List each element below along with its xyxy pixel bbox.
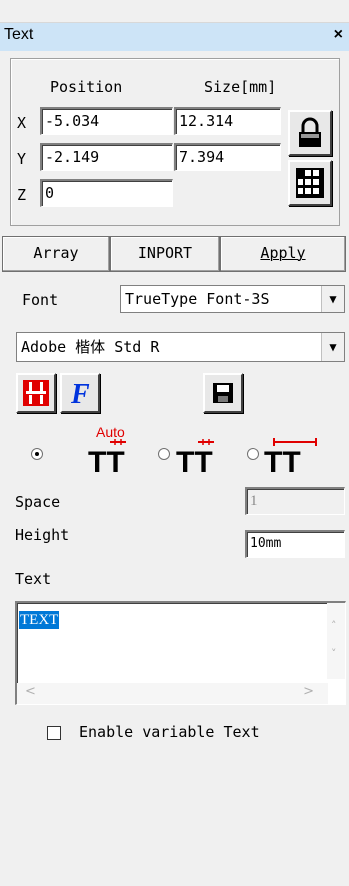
x-position-field[interactable]: -5.034 [40,107,173,135]
lock-icon [299,117,321,147]
font-name-select[interactable]: Adobe 楷体 Std R ▼ [16,332,345,362]
panel-titlebar: Text × [0,22,349,51]
lock-ratio-button[interactable] [288,110,332,156]
spacing-auto-radio[interactable] [31,448,43,460]
chevron-up-icon[interactable]: ˄ [331,619,337,632]
chevron-right-icon[interactable]: > [303,684,314,699]
y-size-field[interactable]: 7.394 [174,143,281,171]
height-label: Height [15,526,70,544]
chevron-down-icon[interactable]: ▼ [321,286,344,312]
fixed-spacing-tt-icon: TT [176,439,214,474]
save-font-button[interactable] [203,373,243,413]
horizontal-scrollbar[interactable]: < > [17,683,328,704]
y-position-field[interactable]: -2.149 [40,143,173,171]
space-field[interactable]: 1 [245,487,345,515]
svg-text:TT: TT [176,446,213,474]
height-field[interactable]: 10mm [245,530,345,558]
panel-title: Text [4,26,34,43]
grid-icon [296,168,324,198]
text-effect-button[interactable] [16,373,56,413]
chevron-down-icon[interactable]: ˅ [331,647,337,660]
text-content-value: TEXT [19,611,60,629]
space-label: Space [15,493,61,511]
svg-text:TT: TT [264,446,301,474]
font-label: Font [22,291,59,309]
font-name-value: Adobe 楷体 Std R [21,338,160,356]
spacing-width-radio[interactable] [247,448,259,460]
y-axis-label: Y [17,150,27,168]
close-icon[interactable]: × [334,26,343,44]
auto-spacing-tt-icon: TT [88,439,126,474]
variable-text-checkbox[interactable] [47,726,61,740]
z-position-field[interactable]: 0 [40,179,173,207]
floppy-disk-icon [213,383,233,403]
svg-text:F: F [70,379,90,410]
x-axis-label: X [17,114,27,132]
font-settings-button[interactable]: F [60,373,100,413]
font-type-select[interactable]: TrueType Font-3S ▼ [120,285,345,313]
svg-text:TT: TT [88,446,125,474]
width-spacing-tt-icon: TT [264,438,317,474]
text-content-area[interactable]: TEXT ˄ ˅ < > [15,601,346,705]
size-header: Size[mm] [204,78,277,96]
align-grid-button[interactable] [288,160,332,206]
z-axis-label: Z [17,186,27,204]
x-size-field[interactable]: 12.314 [174,107,281,135]
font-f-icon: F [70,379,90,410]
chevron-left-icon[interactable]: < [25,684,36,699]
chevron-down-icon[interactable]: ▼ [321,333,344,361]
spacing-fixed-radio[interactable] [158,448,170,460]
text-label: Text [15,570,52,588]
position-header: Position [50,78,123,96]
array-button[interactable]: Array [2,236,110,272]
import-button[interactable]: INPORT [110,236,220,272]
barcode-h-icon [23,380,49,406]
vertical-scrollbar[interactable]: ˄ ˅ [327,603,345,679]
variable-text-label: Enable variable Text [79,723,260,741]
font-type-value: TrueType Font-3S [125,290,270,308]
apply-button[interactable]: Apply [220,236,346,272]
